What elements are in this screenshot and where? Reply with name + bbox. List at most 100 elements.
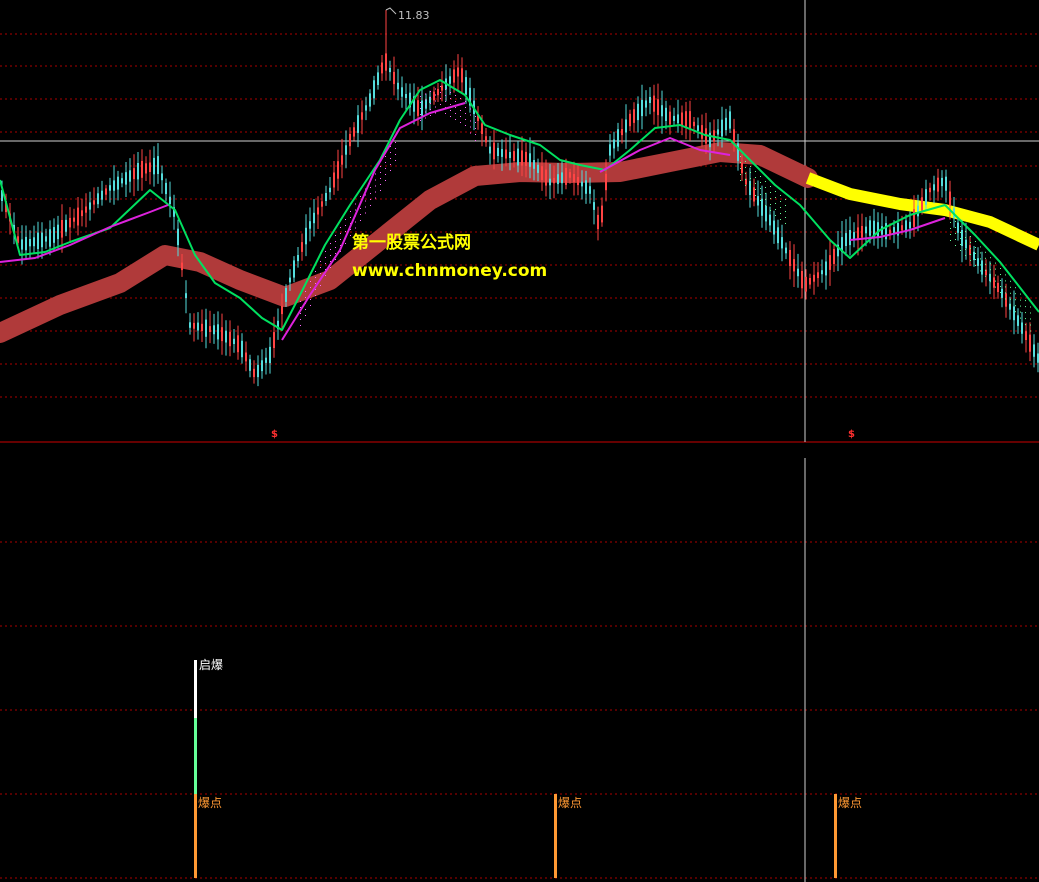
band-dot (1020, 305, 1021, 307)
candle-body (957, 222, 959, 233)
candle-body (621, 129, 623, 136)
candle-body (501, 149, 503, 157)
burst-bar (194, 794, 197, 878)
candle-body (285, 288, 287, 302)
band-dot (435, 88, 436, 90)
signal-marker-s: $ (271, 429, 278, 440)
band-dot (370, 187, 371, 188)
candle-body (321, 201, 323, 207)
band-dot (1010, 292, 1011, 294)
band-dot (1005, 292, 1006, 294)
candle-body (341, 155, 343, 165)
band-dot (445, 89, 446, 90)
band-dot (455, 113, 456, 114)
candle-body (309, 221, 311, 229)
candle-body (393, 71, 395, 85)
candle-body (561, 172, 563, 184)
band-dot (465, 101, 466, 102)
candle-body (281, 305, 283, 315)
candle-body (249, 359, 251, 371)
band-dot (390, 164, 391, 165)
candle-body (265, 357, 267, 363)
band-dot (315, 289, 316, 290)
band-dot (330, 249, 331, 250)
candle-body (213, 325, 215, 335)
band-dot (765, 193, 766, 194)
candle-body (521, 150, 523, 166)
candle-body (53, 227, 55, 243)
band-dot (970, 260, 971, 261)
band-dot (355, 209, 356, 211)
band-dot (315, 277, 316, 278)
band-dot (1010, 304, 1011, 306)
band-dot (345, 219, 346, 220)
candle-body (69, 217, 71, 228)
band-dot (330, 255, 331, 256)
band-dot (985, 251, 986, 253)
band-dot (465, 119, 466, 120)
candle-body (633, 109, 635, 123)
band-dot (300, 319, 301, 320)
candle-body (961, 230, 963, 246)
candle-body (805, 276, 807, 292)
candle-body (457, 67, 459, 77)
band-dot (770, 204, 771, 205)
watermark-url: www.chnmoney.com (352, 261, 548, 281)
band-dot (950, 222, 951, 223)
band-dot (970, 236, 971, 237)
burst-bar (554, 794, 557, 878)
band-dot (745, 161, 746, 162)
band-dot (375, 197, 376, 199)
candle-body (453, 69, 455, 83)
candle-body (73, 217, 75, 222)
candle-body (1013, 306, 1015, 321)
candle-body (813, 274, 815, 282)
band-dot (1025, 300, 1026, 302)
band-dot (385, 174, 386, 175)
candle-body (629, 113, 631, 127)
candle-body (21, 239, 23, 250)
band-dot (775, 197, 776, 198)
band-dot (975, 259, 976, 260)
band-dot (300, 313, 301, 314)
band-dot (315, 283, 316, 284)
candle-body (857, 227, 859, 240)
candle-body (329, 187, 331, 193)
band-dot (965, 249, 966, 250)
candle-body (785, 247, 787, 254)
candle-body (513, 151, 515, 161)
band-dot (1030, 312, 1031, 314)
candle-body (421, 100, 423, 116)
band-dot (980, 264, 981, 266)
candle-body (545, 169, 547, 186)
candle-body (201, 323, 203, 331)
candle-body (869, 220, 871, 236)
band-dot (430, 91, 431, 92)
candle-body (781, 237, 783, 249)
band-dot (390, 158, 391, 159)
band-dot (375, 173, 376, 175)
band-dot (970, 254, 971, 255)
band-dot (370, 205, 371, 206)
band-dot (980, 252, 981, 254)
candle-body (973, 251, 975, 261)
band-dot (785, 199, 786, 200)
band-dot (780, 219, 781, 220)
signal-marker-s: $ (848, 429, 855, 440)
candle-body (665, 107, 667, 121)
band-dot (1030, 318, 1031, 320)
band-dot (960, 250, 961, 251)
candle-body (581, 181, 583, 187)
band-dot (980, 270, 981, 272)
candle-body (833, 248, 835, 264)
band-dot (1015, 287, 1016, 289)
candle-body (389, 67, 391, 73)
band-dot (420, 114, 421, 115)
band-dot (960, 232, 961, 233)
band-dot (470, 132, 471, 134)
band-dot (380, 190, 381, 191)
candle-body (517, 148, 519, 166)
band-dot (390, 170, 391, 171)
candle-body (933, 184, 935, 191)
band-dot (440, 98, 441, 99)
